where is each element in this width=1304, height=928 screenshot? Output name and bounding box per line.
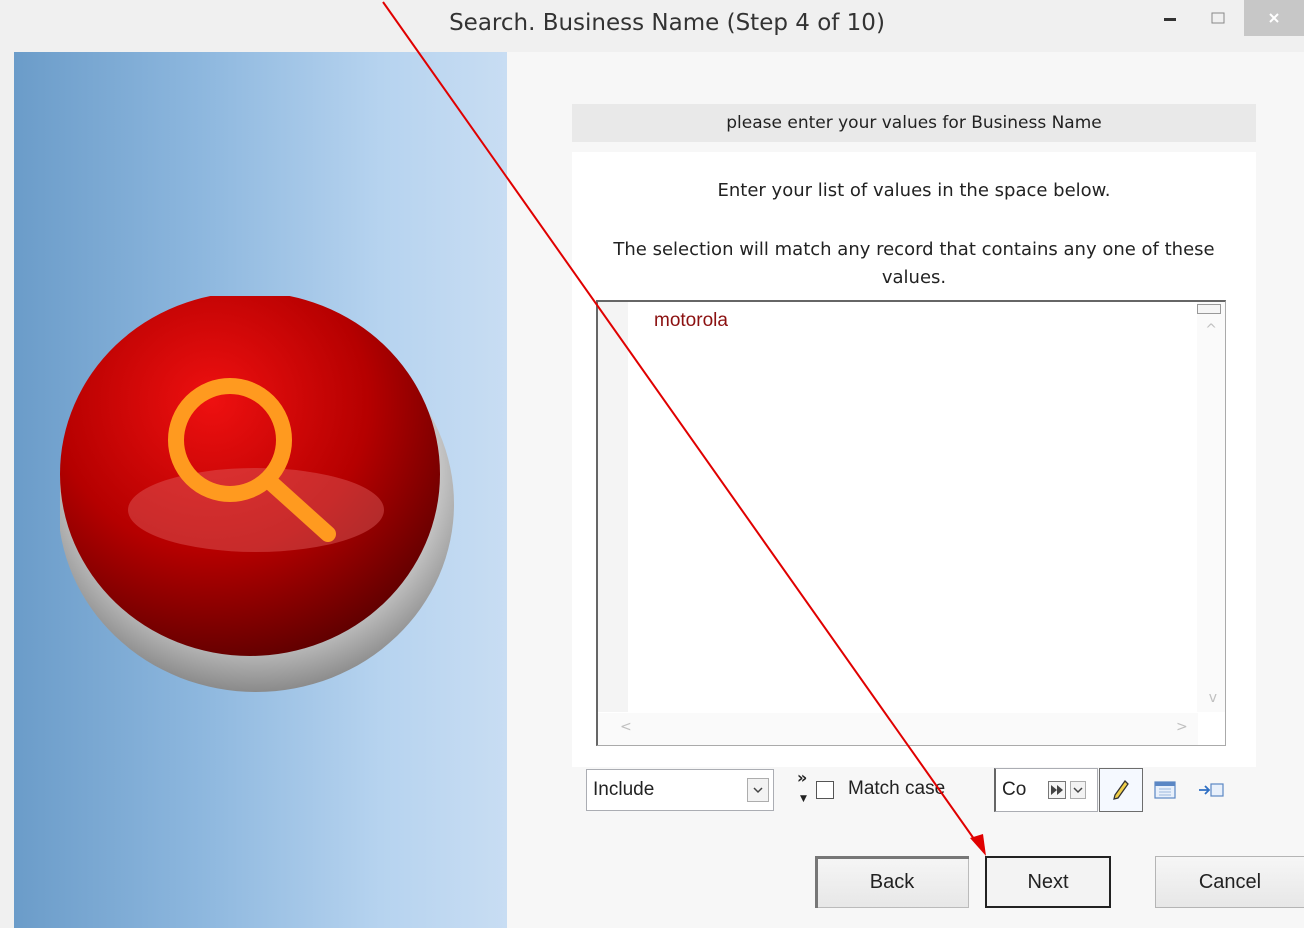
match-case-checkbox[interactable]: [816, 781, 834, 799]
chevron-down-icon: [1073, 787, 1083, 794]
scroll-down-icon[interactable]: v: [1209, 690, 1217, 706]
maximize-icon: [1211, 12, 1225, 24]
scroll-left-icon[interactable]: <: [620, 719, 632, 735]
scroll-right-icon[interactable]: >: [1176, 719, 1188, 735]
maximize-button[interactable]: [1198, 0, 1238, 36]
instruction-line-2: The selection will match any record that…: [613, 239, 1215, 288]
step-prompt: please enter your values for Business Na…: [572, 104, 1256, 142]
window-title: Search. Business Name (Step 4 of 10): [449, 10, 885, 36]
mode-select-value: Include: [593, 779, 655, 800]
double-chevron-icon[interactable]: »: [797, 768, 807, 787]
close-icon: [1269, 13, 1279, 23]
search-icon: [60, 296, 454, 692]
chevron-down-icon: [753, 787, 763, 794]
pencil-icon: [1113, 779, 1129, 800]
mode-select[interactable]: Include: [586, 769, 774, 811]
mode-dropdown-button[interactable]: [747, 778, 769, 802]
operator-select[interactable]: Co: [994, 768, 1098, 812]
import-icon[interactable]: [1196, 778, 1226, 802]
horizontal-scrollbar[interactable]: < >: [598, 713, 1198, 745]
title-bar: Search. Business Name (Step 4 of 10): [0, 0, 1304, 52]
instruction-line-1: Enter your list of values in the space b…: [717, 180, 1111, 201]
next-button[interactable]: Next: [985, 856, 1111, 908]
minimize-button[interactable]: [1150, 0, 1190, 36]
vertical-scrollbar[interactable]: ^ v: [1197, 302, 1225, 712]
cancel-button[interactable]: Cancel: [1155, 856, 1304, 908]
small-down-arrow-icon[interactable]: ▼: [800, 794, 807, 804]
scroll-up-icon[interactable]: ^: [1205, 322, 1217, 338]
edit-button[interactable]: [1099, 768, 1143, 812]
fast-forward-icon[interactable]: [1048, 781, 1066, 799]
operator-value: Co: [1002, 779, 1027, 800]
calendar-icon[interactable]: [1152, 778, 1178, 802]
back-button[interactable]: Back: [815, 856, 969, 908]
operator-dropdown-button[interactable]: [1070, 781, 1086, 799]
match-case-label[interactable]: Match case: [848, 778, 945, 800]
minimize-icon: [1164, 18, 1176, 21]
values-textarea[interactable]: motorola ^ v < >: [596, 300, 1226, 746]
close-button[interactable]: [1244, 0, 1304, 36]
textarea-gutter: [598, 302, 628, 712]
scroll-thumb[interactable]: [1197, 304, 1221, 314]
value-entry[interactable]: motorola: [654, 310, 728, 332]
